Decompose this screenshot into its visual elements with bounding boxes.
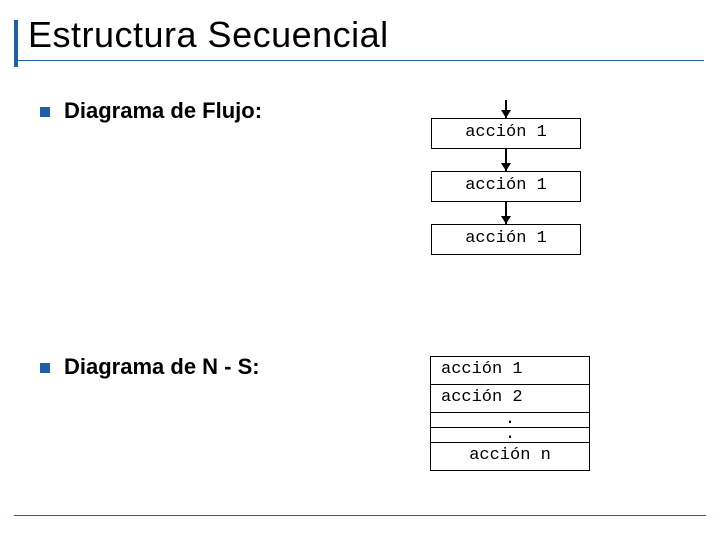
flowchart: acción 1 acción 1 acción 1 <box>416 100 596 255</box>
flow-box-2: acción 1 <box>431 171 581 202</box>
ns-diagram: acción 1 acción 2 . . acción n <box>430 356 590 471</box>
arrow-down-icon <box>505 149 507 171</box>
title-area: Estructura Secuencial <box>14 14 706 61</box>
slide: Estructura Secuencial Diagrama de Flujo:… <box>0 0 720 540</box>
bullet-label-flujo: Diagrama de Flujo: <box>64 98 262 124</box>
footer-rule <box>14 515 706 516</box>
ns-row-2: acción 2 <box>431 385 589 413</box>
ns-row-n: acción n <box>431 443 589 470</box>
flow-box-1: acción 1 <box>431 118 581 149</box>
arrow-down-icon <box>505 202 507 224</box>
ns-row-1: acción 1 <box>431 357 589 385</box>
slide-title: Estructura Secuencial <box>14 14 706 56</box>
arrow-down-icon <box>505 100 507 118</box>
ns-row-dot: . <box>431 428 589 443</box>
accent-bar <box>14 20 18 67</box>
bullet-label-ns: Diagrama de N - S: <box>64 354 260 380</box>
title-underline <box>14 60 704 61</box>
flow-box-3: acción 1 <box>431 224 581 255</box>
bullet-item-ns: Diagrama de N - S: <box>40 354 692 380</box>
bullet-square-icon <box>40 363 50 373</box>
bullet-square-icon <box>40 107 50 117</box>
